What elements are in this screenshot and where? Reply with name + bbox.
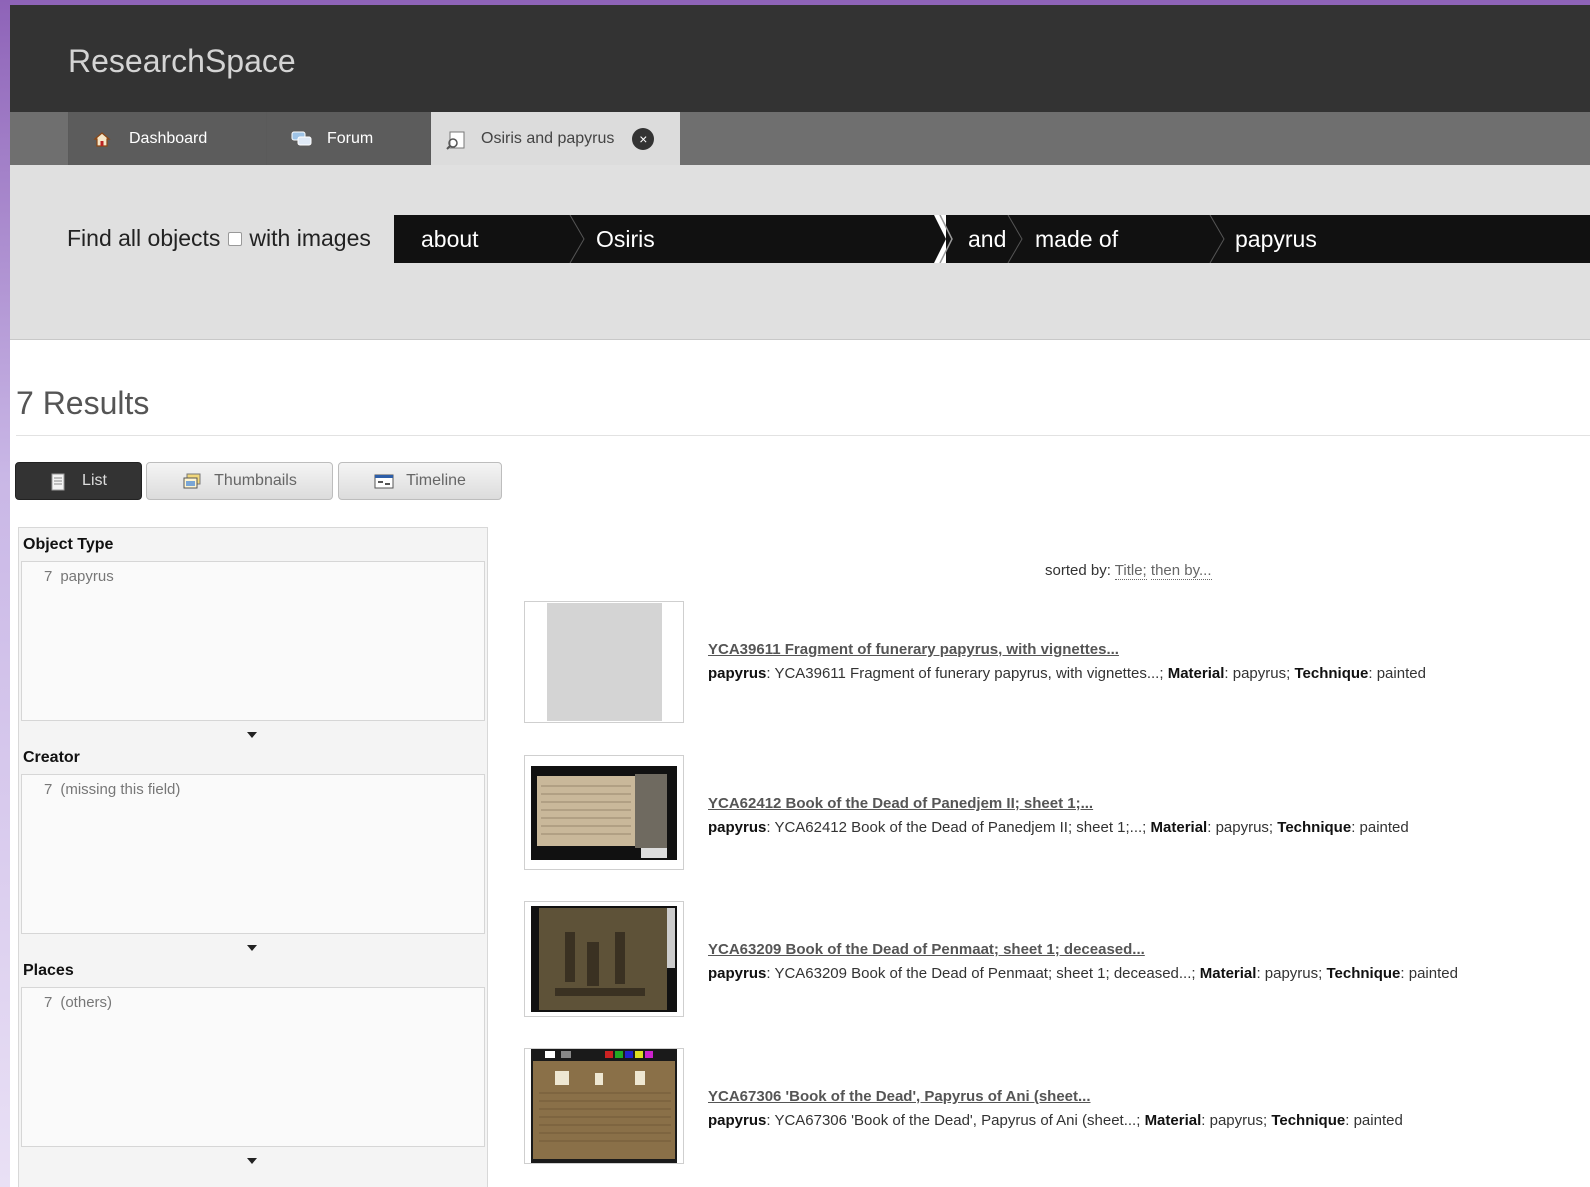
- tab-forum[interactable]: Forum: [266, 112, 430, 165]
- timeline-icon: [374, 473, 394, 489]
- with-images-label: with images: [249, 225, 371, 251]
- tab-search-label: Osiris and papyrus: [481, 129, 615, 147]
- app-header: ResearchSpace: [10, 5, 1590, 112]
- result-thumbnail[interactable]: [524, 901, 684, 1017]
- tab-dashboard[interactable]: Dashboard: [68, 112, 266, 165]
- home-icon: [93, 130, 115, 148]
- app-title[interactable]: ResearchSpace: [68, 43, 296, 80]
- result-thumbnail[interactable]: [524, 1048, 684, 1164]
- find-all-objects: Find all objects with images: [67, 225, 371, 252]
- tab-forum-label: Forum: [327, 129, 374, 147]
- result-description: papyrus: YCA63209 Book of the Dead of Pe…: [708, 965, 1458, 982]
- tab-dashboard-label: Dashboard: [129, 129, 208, 147]
- thumbnails-icon: [182, 473, 201, 489]
- query-bar: about Osiris and made of papyrus: [394, 215, 1590, 263]
- result-title-link[interactable]: YCA63209 Book of the Dead of Penmaat; sh…: [708, 941, 1145, 958]
- forum-icon: [291, 130, 313, 148]
- facet-item-value: (others): [60, 994, 113, 1011]
- facet-title-creator: Creator: [23, 749, 80, 766]
- find-label: Find all objects: [67, 225, 221, 251]
- papyrus-image: [531, 906, 677, 1012]
- result-item: YCA62412 Book of the Dead of Panedjem II…: [524, 755, 1584, 870]
- result-item: YCA67306 'Book of the Dead', Papyrus of …: [524, 1048, 1584, 1164]
- timeline-view-button[interactable]: Timeline: [338, 462, 502, 500]
- facet-item[interactable]: 7 (missing this field): [44, 781, 180, 798]
- facet-item-count: 7: [44, 781, 53, 798]
- facet-item[interactable]: 7 papyrus: [44, 568, 114, 585]
- sort-field-link[interactable]: Title;: [1114, 562, 1147, 580]
- result-thumbnail[interactable]: [524, 755, 684, 870]
- tab-bar: Dashboard Forum Osiris and papyrus ×: [10, 112, 1590, 165]
- divider: [16, 435, 1590, 436]
- results-count: 7 Results: [16, 385, 150, 421]
- query-conjunction-and[interactable]: and: [968, 215, 1006, 263]
- facet-box-object-type: 7 papyrus: [21, 561, 485, 721]
- query-value-osiris[interactable]: Osiris: [596, 215, 655, 263]
- tab-search-osiris-papyrus[interactable]: Osiris and papyrus ×: [430, 112, 680, 165]
- app-window: ResearchSpace Dashboard Forum Osiris and…: [10, 5, 1590, 1187]
- result-title-link[interactable]: YCA67306 'Book of the Dead', Papyrus of …: [708, 1088, 1091, 1105]
- facet-item-count: 7: [44, 568, 53, 585]
- timeline-view-label: Timeline: [406, 472, 466, 489]
- search-doc-icon: [445, 130, 467, 150]
- facet-title-object-type: Object Type: [23, 536, 114, 553]
- expand-arrow-icon[interactable]: [247, 1158, 257, 1164]
- result-description: papyrus: YCA39611 Fragment of funerary p…: [708, 665, 1426, 682]
- sort-then-link[interactable]: then by...: [1150, 562, 1212, 580]
- query-value-papyrus[interactable]: papyrus: [1235, 215, 1317, 263]
- expand-arrow-icon[interactable]: [247, 945, 257, 951]
- query-predicate-about[interactable]: about: [421, 215, 479, 263]
- papyrus-image: [531, 1049, 677, 1163]
- papyrus-image: [531, 766, 677, 860]
- facet-item-count: 7: [44, 994, 53, 1011]
- facet-panel: Object Type 7 papyrus Creator 7 (missing t…: [18, 527, 488, 1187]
- close-tab-icon[interactable]: ×: [632, 127, 655, 150]
- result-item: YCA63209 Book of the Dead of Penmaat; sh…: [524, 901, 1584, 1017]
- thumbnail-placeholder: [547, 603, 662, 721]
- expand-arrow-icon[interactable]: [247, 732, 257, 738]
- query-predicate-made-of[interactable]: made of: [1035, 215, 1118, 263]
- facet-item[interactable]: 7 (others): [44, 994, 112, 1011]
- facet-item-value: (missing this field): [60, 781, 181, 798]
- sort-control: sorted by: Title; then by...: [1045, 562, 1212, 580]
- facet-box-places: 7 (others): [21, 987, 485, 1147]
- list-icon: [50, 473, 68, 491]
- thumbnails-view-button[interactable]: Thumbnails: [146, 462, 333, 500]
- facet-item-value: papyrus: [60, 568, 114, 585]
- query-builder: Find all objects with images about Osiri…: [10, 165, 1590, 340]
- result-description: papyrus: YCA62412 Book of the Dead of Pa…: [708, 819, 1409, 836]
- facet-title-places: Places: [23, 962, 74, 979]
- thumbnails-view-label: Thumbnails: [214, 472, 297, 489]
- list-view-button[interactable]: List: [15, 462, 142, 500]
- facet-box-creator: 7 (missing this field): [21, 774, 485, 934]
- result-description: papyrus: YCA67306 'Book of the Dead', Pa…: [708, 1112, 1403, 1129]
- sorted-prefix: sorted by:: [1045, 562, 1111, 579]
- result-thumbnail[interactable]: [524, 601, 684, 723]
- list-view-label: List: [82, 472, 107, 489]
- result-item: YCA39611 Fragment of funerary papyrus, w…: [524, 601, 1584, 725]
- with-images-checkbox[interactable]: [228, 231, 243, 246]
- result-title-link[interactable]: YCA39611 Fragment of funerary papyrus, w…: [708, 641, 1119, 658]
- result-title-link[interactable]: YCA62412 Book of the Dead of Panedjem II…: [708, 795, 1093, 812]
